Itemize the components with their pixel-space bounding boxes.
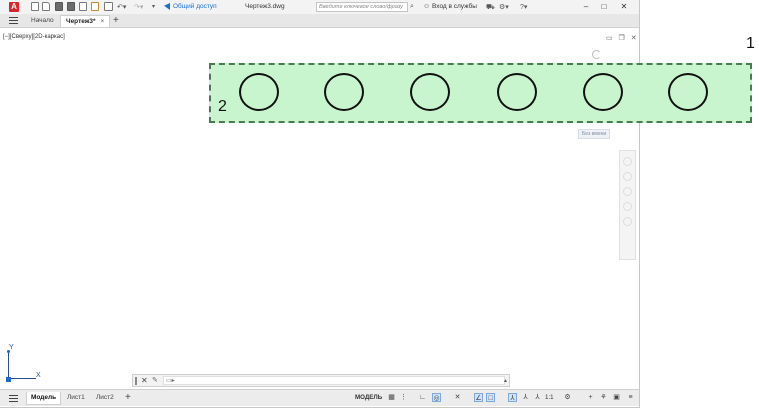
tab-drawing3[interactable]: Чертеж3* × <box>60 15 111 27</box>
navigation-bar[interactable] <box>619 150 636 260</box>
search-icon[interactable]: ⌕ <box>410 3 414 11</box>
hamburger-menu-icon[interactable] <box>9 17 18 25</box>
viewport-window-controls[interactable]: ▭ ❐ ✕ <box>606 34 639 42</box>
tab-layout1[interactable]: Лист1 <box>63 392 89 404</box>
file-tab-bar: Начало Чертеж3* × + <box>0 14 639 28</box>
app-menu-button[interactable]: A <box>9 2 19 12</box>
open-web-icon[interactable] <box>91 2 99 11</box>
undo-icon[interactable]: ↶▾ <box>117 3 126 11</box>
command-input[interactable] <box>163 376 505 385</box>
document-title: Чертеж3.dwg <box>245 3 285 10</box>
user-icon: ☺ <box>423 3 431 10</box>
maximize-button[interactable]: □ <box>598 1 610 13</box>
annotation-scale-dropdown[interactable]: 1:1 <box>545 393 554 403</box>
orbit-icon[interactable] <box>623 202 632 211</box>
tab-start[interactable]: Начало <box>26 15 59 27</box>
drawing-circle[interactable] <box>239 73 279 111</box>
tab-label: Начало <box>31 17 54 24</box>
snap-icon[interactable]: ⋮ <box>399 393 408 402</box>
command-line-grip[interactable] <box>135 377 137 385</box>
object-snap-icon[interactable]: □ <box>486 393 495 402</box>
ucs-x-axis <box>9 378 36 379</box>
ucs-y-label: Y <box>9 344 14 351</box>
ucs-origin-icon[interactable] <box>6 377 11 382</box>
ucs-y-axis <box>8 352 9 379</box>
viewcube-icon[interactable] <box>592 50 601 59</box>
named-view-dropdown[interactable]: Без имени <box>578 129 611 139</box>
customize-toolbar-icon[interactable]: ▾ <box>152 3 155 10</box>
command-line: ✕ ✎ ▭▸ ▲ <box>132 374 510 387</box>
units-icon[interactable]: ⚘ <box>599 393 608 402</box>
annotation-monitor-icon[interactable]: + <box>586 393 595 402</box>
app-exchange-icon[interactable]: ⚙▾ <box>499 3 509 11</box>
share-file-icon[interactable] <box>79 2 87 11</box>
pan-icon[interactable] <box>623 172 632 181</box>
new-file-icon[interactable] <box>31 2 39 11</box>
customize-icon[interactable]: ✎ <box>152 375 158 387</box>
model-space-button[interactable]: МОДЕЛЬ <box>355 393 382 403</box>
save-as-icon[interactable] <box>67 2 75 11</box>
isodraft-icon[interactable]: ✕ <box>453 393 462 402</box>
layout-list-icon[interactable] <box>9 395 18 403</box>
minimize-button[interactable]: – <box>580 1 592 13</box>
tab-label: Чертеж3* <box>66 18 96 25</box>
drawing-circle[interactable] <box>583 73 623 111</box>
search-input[interactable]: Введите ключевое слово/фразу <box>316 2 408 12</box>
selection-highlight <box>209 63 752 123</box>
open-file-icon[interactable] <box>42 2 50 11</box>
ucs-x-label: X <box>36 372 41 379</box>
customize-statusbar-icon[interactable]: ≡ <box>626 393 635 402</box>
command-prompt-icon: ▭▸ <box>166 378 175 384</box>
viewport-controls-label[interactable]: [−][Сверху][2D-каркас] <box>3 34 65 40</box>
share-icon <box>164 3 170 10</box>
workspace-gear-icon[interactable]: ⚙ <box>563 393 572 402</box>
help-icon[interactable]: ?▾ <box>520 3 527 11</box>
clean-screen-icon[interactable]: ▣ <box>612 393 621 402</box>
ortho-icon[interactable]: ∟ <box>418 393 427 402</box>
signin-button[interactable]: Вход в службы <box>432 3 477 10</box>
share-button[interactable]: Общий доступ <box>173 3 217 10</box>
close-window-button[interactable]: ✕ <box>618 1 630 13</box>
polar-tracking-icon[interactable]: ◎ <box>432 393 441 402</box>
grid-icon[interactable]: ▦ <box>387 393 396 402</box>
steering-wheel-icon[interactable] <box>623 157 632 166</box>
autocad-window: A ↶▾ ↷▾ ▾ Общий доступ Чертеж3.dwg Введи… <box>0 0 640 408</box>
drawing-circle[interactable] <box>324 73 364 111</box>
drawing-circle[interactable] <box>668 73 708 111</box>
annotation-visibility-icon[interactable]: ⅄ <box>508 393 517 402</box>
zoom-icon[interactable] <box>623 187 632 196</box>
redo-icon[interactable]: ↷▾ <box>134 3 143 11</box>
drawing-circle[interactable] <box>410 73 450 111</box>
status-bar: Модель Лист1 Лист2 + МОДЕЛЬ ▦ ⋮ ∟ ◎ ✕ ∠ … <box>0 389 639 406</box>
showmotion-icon[interactable] <box>623 217 632 226</box>
annotation-label-1: 1 <box>746 35 755 52</box>
annotation-scale-icon[interactable]: ⅄ <box>533 393 542 402</box>
autoscale-icon[interactable]: ⅄ <box>521 393 530 402</box>
save-icon[interactable] <box>55 2 63 11</box>
drawing-circle[interactable] <box>497 73 537 111</box>
new-layout-button[interactable]: + <box>121 392 135 404</box>
annotation-label-2: 2 <box>218 98 227 115</box>
close-tab-icon[interactable]: × <box>101 18 105 25</box>
title-bar: A ↶▾ ↷▾ ▾ Общий доступ Чертеж3.dwg Введи… <box>0 0 639 14</box>
new-tab-button[interactable]: + <box>113 15 119 27</box>
tab-layout2[interactable]: Лист2 <box>92 392 118 404</box>
print-icon[interactable] <box>104 2 113 11</box>
object-snap-tracking-icon[interactable]: ∠ <box>474 393 483 402</box>
command-history-arrow-icon[interactable]: ▲ <box>503 376 508 386</box>
tab-model[interactable]: Модель <box>26 392 62 405</box>
close-command-line-icon[interactable]: ✕ <box>141 375 148 387</box>
cart-icon[interactable]: ⛟ <box>486 3 495 12</box>
